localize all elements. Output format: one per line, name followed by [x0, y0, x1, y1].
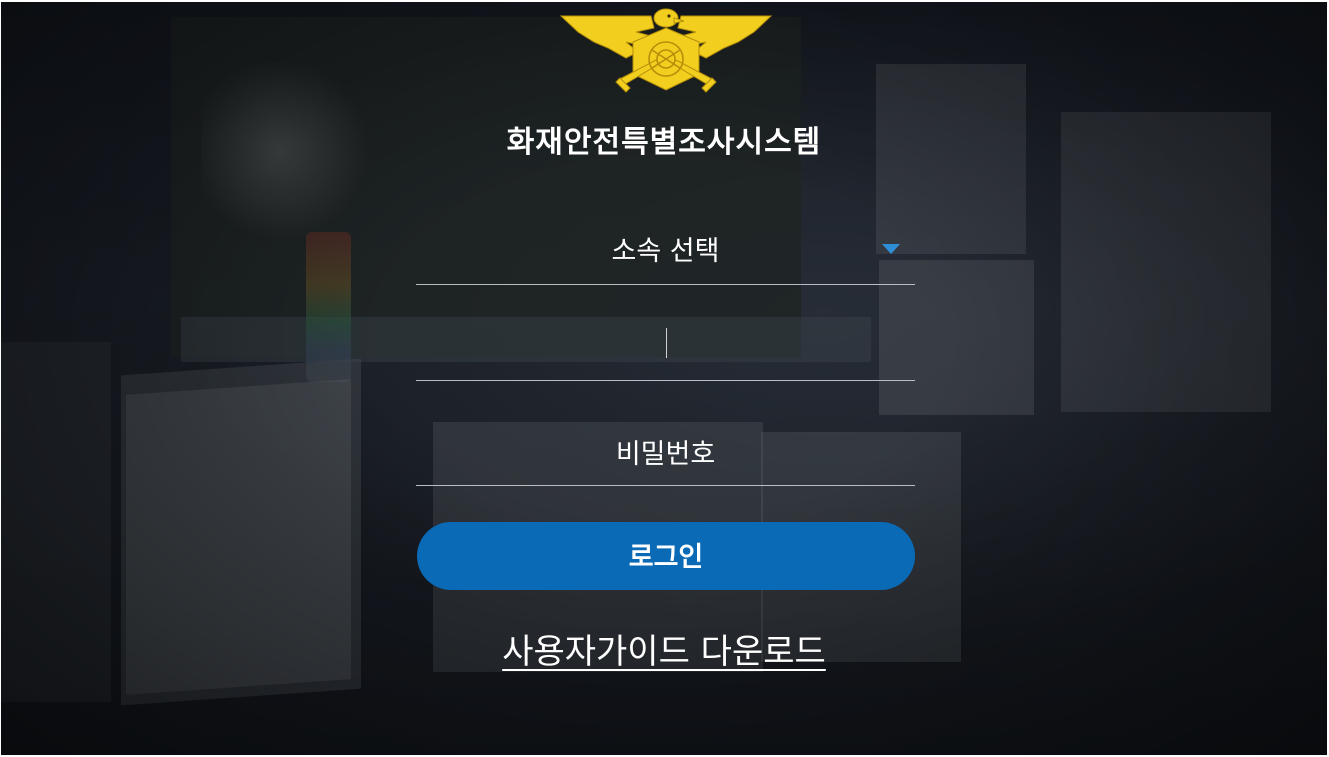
triangle-down-icon	[882, 244, 900, 254]
login-screen: 화재안전특별조사시스템 소속 선택 비밀번호 로그인 사용자가이드 다운로드	[1, 2, 1327, 755]
user-guide-download-link-container: 사용자가이드 다운로드	[1, 624, 1327, 673]
text-cursor	[666, 328, 667, 358]
affiliation-select[interactable]: 소속 선택	[416, 217, 915, 285]
user-id-field[interactable]	[416, 320, 915, 381]
affiliation-select-label: 소속 선택	[611, 236, 720, 267]
login-button[interactable]: 로그인	[417, 522, 915, 590]
user-guide-download-link[interactable]: 사용자가이드 다운로드	[502, 632, 826, 672]
emblem-eye	[667, 14, 671, 18]
page-title: 화재안전특별조사시스템	[506, 125, 822, 160]
password-placeholder: 비밀번호	[615, 439, 716, 470]
fire-service-emblem-icon	[559, 8, 773, 93]
password-field[interactable]: 비밀번호	[416, 420, 915, 486]
